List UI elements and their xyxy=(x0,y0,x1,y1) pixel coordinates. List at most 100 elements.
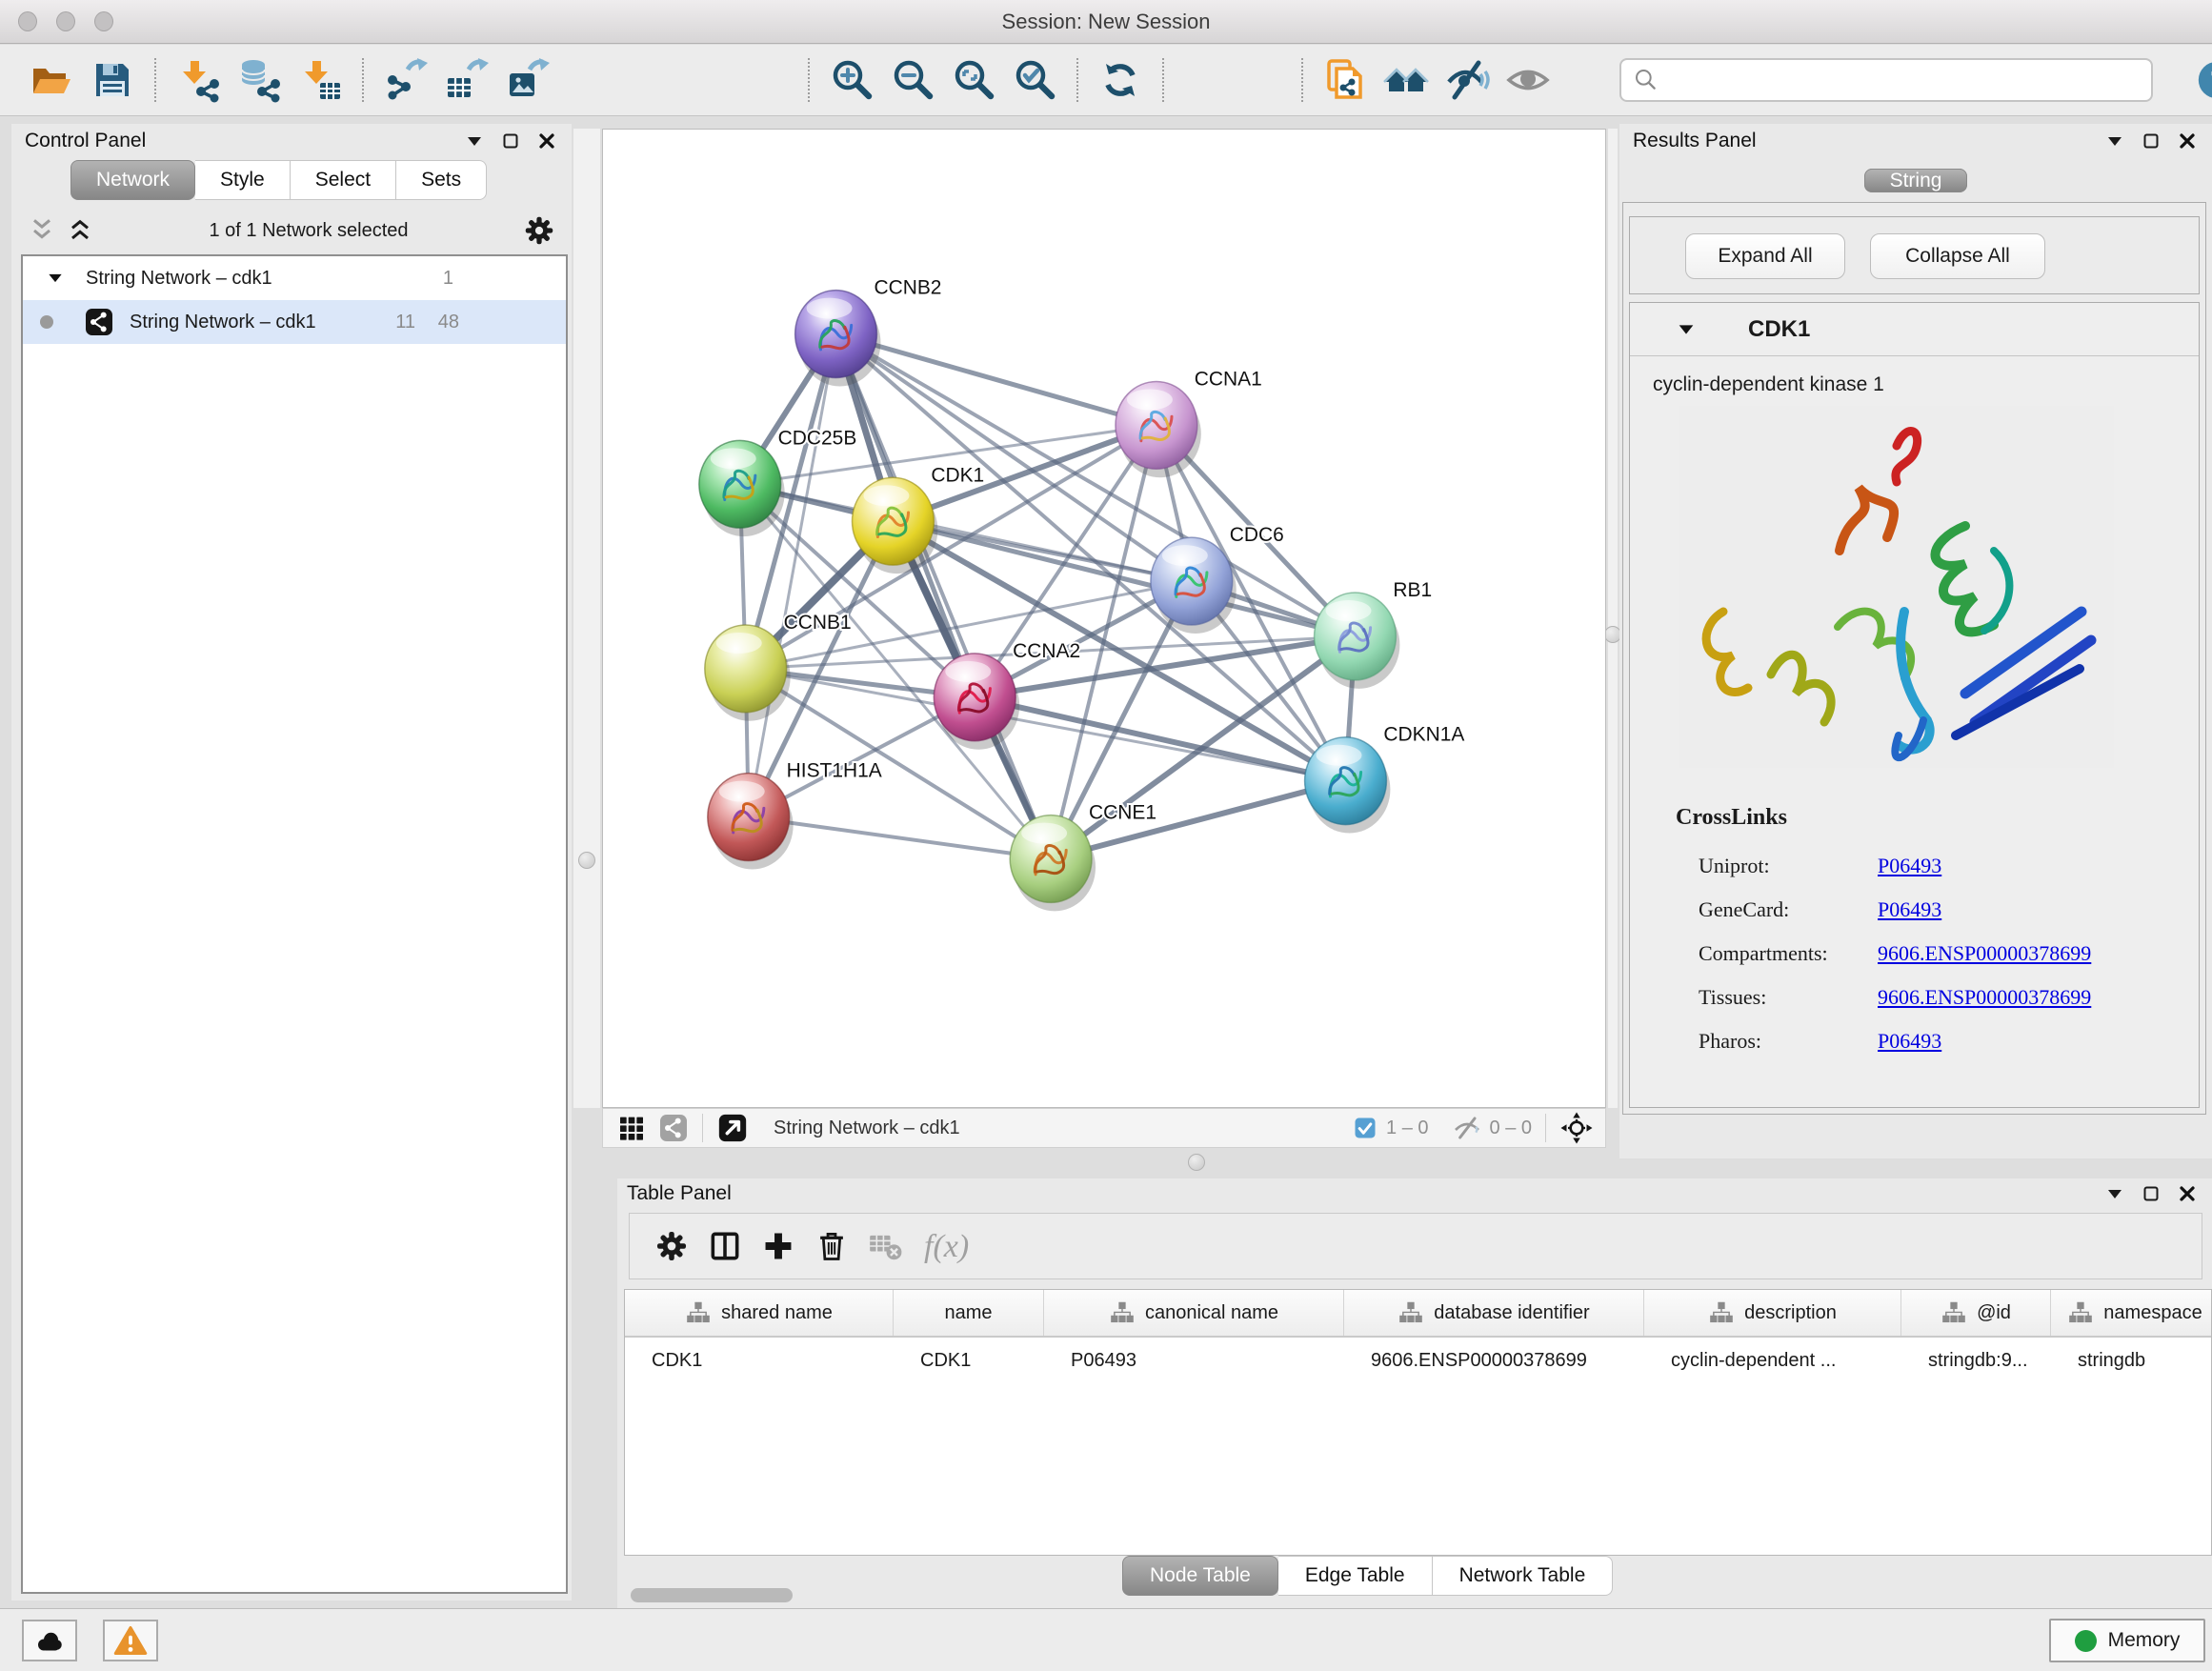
section-collapse-icon[interactable] xyxy=(1676,319,1697,340)
crosslink-link[interactable]: P06493 xyxy=(1878,1029,1941,1054)
zoom-fit-button[interactable] xyxy=(951,57,996,103)
collapse-all-button[interactable]: Collapse All xyxy=(1870,233,2045,279)
control-panel-float-button[interactable] xyxy=(499,130,522,152)
table-cell[interactable]: CDK1 xyxy=(894,1350,1044,1372)
search-box[interactable] xyxy=(1619,58,2153,102)
table-panel-menu-button[interactable] xyxy=(2103,1182,2126,1205)
expand-all-button[interactable]: Expand All xyxy=(1685,233,1845,279)
help-button[interactable]: ? xyxy=(2195,58,2212,102)
delete-column-icon[interactable] xyxy=(814,1228,850,1264)
network-collection-row[interactable]: String Network – cdk1 1 xyxy=(23,256,566,300)
search-input[interactable] xyxy=(1661,61,2151,99)
protein-structure-image xyxy=(1679,406,2114,768)
open-file-button[interactable] xyxy=(29,57,74,103)
left-splitter-handle[interactable] xyxy=(578,852,595,869)
detach-view-icon[interactable] xyxy=(716,1112,749,1144)
tab-string[interactable]: String xyxy=(1864,169,1968,192)
window-minimize-button[interactable] xyxy=(56,11,75,31)
crosslink-link[interactable]: P06493 xyxy=(1878,854,1941,878)
network-node-RB1[interactable]: RB1 xyxy=(1315,579,1433,689)
export-table-button[interactable] xyxy=(444,57,490,103)
hidden-eye-icon[interactable] xyxy=(1452,1113,1482,1143)
tab-edge-table[interactable]: Edge Table xyxy=(1278,1556,1433,1596)
bottom-splitter-handle[interactable] xyxy=(1188,1154,1205,1171)
table-row[interactable]: CDK1CDK1P064939606.ENSP00000378699cyclin… xyxy=(625,1338,2211,1383)
export-image-button[interactable] xyxy=(505,57,551,103)
collapse-all-icon[interactable] xyxy=(27,215,57,246)
column-header-name[interactable]: name xyxy=(894,1290,1044,1336)
zoom-out-button[interactable] xyxy=(890,57,935,103)
network-node-CDK1[interactable]: CDK1 xyxy=(853,464,985,574)
tab-style[interactable]: Style xyxy=(195,160,291,200)
network-canvas[interactable]: CCNB2CCNA1CDC25BCDK1CDC6RB1CCNB1CCNA2CDK… xyxy=(602,129,1606,1108)
control-panel-close-button[interactable] xyxy=(535,130,558,152)
column-header-shared-name[interactable]: shared name xyxy=(625,1290,894,1336)
tab-sets[interactable]: Sets xyxy=(396,160,487,200)
table-panel-close-button[interactable] xyxy=(2176,1182,2199,1205)
gene-section-header[interactable]: CDK1 xyxy=(1630,303,2199,356)
export-network-button[interactable] xyxy=(383,57,429,103)
crosslink-link[interactable]: 9606.ENSP00000378699 xyxy=(1878,985,2091,1010)
save-session-button[interactable] xyxy=(90,57,135,103)
zoom-selected-button[interactable] xyxy=(1012,57,1057,103)
table-panel-float-button[interactable] xyxy=(2140,1182,2162,1205)
selected-checkbox-icon[interactable] xyxy=(1352,1115,1378,1141)
import-database-button[interactable] xyxy=(236,57,282,103)
import-table-button[interactable] xyxy=(297,57,343,103)
network-row[interactable]: String Network – cdk1 11 48 xyxy=(23,300,566,344)
gear-icon[interactable] xyxy=(522,213,556,248)
toggle-panel-visibility-button[interactable] xyxy=(1444,57,1490,103)
copy-button[interactable] xyxy=(1322,57,1368,103)
window-close-button[interactable] xyxy=(18,11,37,31)
table-gear-icon[interactable] xyxy=(654,1228,690,1264)
add-column-icon[interactable] xyxy=(760,1228,796,1264)
birds-eye-icon[interactable] xyxy=(1559,1111,1594,1145)
network-node-HIST1H1A[interactable]: HIST1H1A xyxy=(708,760,882,870)
results-panel-menu-button[interactable] xyxy=(2103,130,2126,152)
import-network-button[interactable] xyxy=(175,57,221,103)
network-graph[interactable]: CCNB2CCNA1CDC25BCDK1CDC6RB1CCNB1CCNA2CDK… xyxy=(603,130,1605,1107)
tab-node-table[interactable]: Node Table xyxy=(1122,1556,1278,1596)
show-columns-icon[interactable] xyxy=(707,1228,743,1264)
network-node-CCNA1[interactable]: CCNA1 xyxy=(1116,368,1262,477)
tab-network-table[interactable]: Network Table xyxy=(1433,1556,1614,1596)
results-panel-close-button[interactable] xyxy=(2176,130,2199,152)
column-header-canonical-name[interactable]: canonical name xyxy=(1044,1290,1344,1336)
network-node-CCNB2[interactable]: CCNB2 xyxy=(795,277,942,387)
crosslink-link[interactable]: P06493 xyxy=(1878,897,1941,922)
column-header-namespace[interactable]: namespace xyxy=(2051,1290,2212,1336)
network-share-icon[interactable] xyxy=(658,1113,689,1143)
table-hscrollbar[interactable] xyxy=(631,1588,793,1602)
control-panel-menu-button[interactable] xyxy=(463,130,486,152)
memory-button[interactable]: Memory xyxy=(2049,1619,2205,1662)
zoom-in-button[interactable] xyxy=(829,57,875,103)
network-edge[interactable] xyxy=(749,817,1051,859)
results-panel-float-button[interactable] xyxy=(2140,130,2162,152)
expand-all-icon[interactable] xyxy=(65,215,95,246)
cloud-status-button[interactable] xyxy=(22,1620,77,1661)
show-eye-button[interactable] xyxy=(1505,57,1551,103)
network-edge[interactable] xyxy=(836,334,1156,426)
table-cell[interactable]: CDK1 xyxy=(625,1350,894,1372)
network-node-CCNB1[interactable]: CCNB1 xyxy=(705,612,852,721)
column-header-database-identifier[interactable]: database identifier xyxy=(1344,1290,1644,1336)
home-button[interactable] xyxy=(1383,57,1429,103)
warnings-button[interactable] xyxy=(103,1620,158,1661)
table-cell[interactable]: P06493 xyxy=(1044,1350,1344,1372)
tab-select[interactable]: Select xyxy=(291,160,396,200)
grid-view-icon[interactable] xyxy=(616,1113,647,1143)
tree-collapse-icon[interactable] xyxy=(46,269,65,288)
window-zoom-button[interactable] xyxy=(94,11,113,31)
table-cell[interactable]: stringdb:9... xyxy=(1901,1350,2051,1372)
table-cell[interactable]: stringdb xyxy=(2051,1350,2212,1372)
crosslink-link[interactable]: 9606.ENSP00000378699 xyxy=(1878,941,2091,966)
table-cell[interactable]: 9606.ENSP00000378699 xyxy=(1344,1350,1644,1372)
network-node-CDKN1A[interactable]: CDKN1A xyxy=(1305,724,1465,834)
tab-network[interactable]: Network xyxy=(70,160,195,200)
column-header--id[interactable]: @id xyxy=(1901,1290,2051,1336)
refresh-button[interactable] xyxy=(1097,57,1143,103)
column-header-description[interactable]: description xyxy=(1644,1290,1901,1336)
right-splitter[interactable] xyxy=(1608,129,1618,1108)
left-splitter[interactable] xyxy=(573,129,600,1108)
table-cell[interactable]: cyclin-dependent ... xyxy=(1644,1350,1901,1372)
